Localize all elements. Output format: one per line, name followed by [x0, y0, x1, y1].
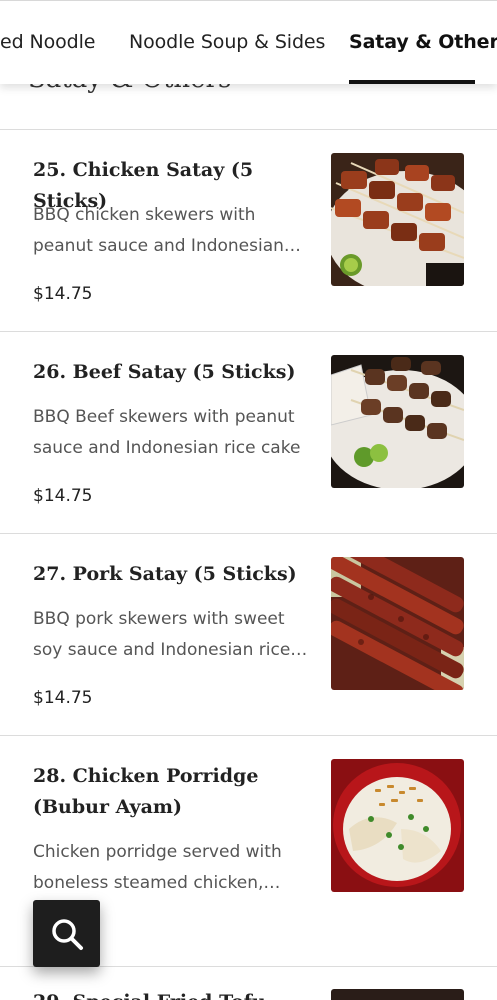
- item-price: $14.75: [33, 688, 93, 708]
- tab-fried-noodle[interactable]: ed Noodle: [0, 31, 95, 53]
- active-tab-indicator: [349, 80, 475, 84]
- menu-item[interactable]: 25. Chicken Satay (5 Sticks) BBQ chicken…: [0, 129, 497, 331]
- item-name: 27. Pork Satay (5 Sticks): [33, 563, 297, 585]
- chicken-satay-photo[interactable]: [331, 153, 464, 286]
- beef-satay-photo[interactable]: [331, 355, 464, 488]
- item-price: $14.75: [33, 486, 93, 506]
- item-name: 26. Beef Satay (5 Sticks): [33, 361, 296, 383]
- menu-item-list: 25. Chicken Satay (5 Sticks) BBQ chicken…: [0, 129, 497, 966]
- item-description: Chicken porridge served with boneless st…: [33, 842, 282, 893]
- chicken-porridge-photo[interactable]: [331, 759, 464, 892]
- search-icon: [51, 918, 83, 950]
- item-description: BBQ chicken skewers with peanut sauce an…: [33, 205, 284, 256]
- item-name: 28. Chicken Porridge (Bubur Ayam): [33, 765, 259, 818]
- tab-satay-others[interactable]: Satay & Others: [349, 31, 497, 53]
- menu-item[interactable]: 27. Pork Satay (5 Sticks) BBQ pork skewe…: [0, 533, 497, 735]
- tab-noodle-soup-sides[interactable]: Noodle Soup & Sides: [129, 31, 325, 53]
- item-description: BBQ Beef skewers with peanut sauce and I…: [33, 407, 301, 458]
- pork-satay-photo[interactable]: [331, 557, 464, 690]
- item-price: $14.75: [33, 284, 93, 304]
- special-fried-tofu-photo[interactable]: [331, 989, 464, 1000]
- item-description: BBQ pork skewers with sweet soy sauce an…: [33, 609, 291, 660]
- search-button[interactable]: [33, 900, 100, 967]
- menu-item[interactable]: 29. Special Fried Tofu: [0, 966, 497, 1000]
- menu-item[interactable]: 26. Beef Satay (5 Sticks) BBQ Beef skewe…: [0, 331, 497, 533]
- category-tab-bar: ed Noodle Noodle Soup & Sides Satay & Ot…: [0, 0, 497, 84]
- item-name: 29. Special Fried Tofu: [33, 991, 266, 1000]
